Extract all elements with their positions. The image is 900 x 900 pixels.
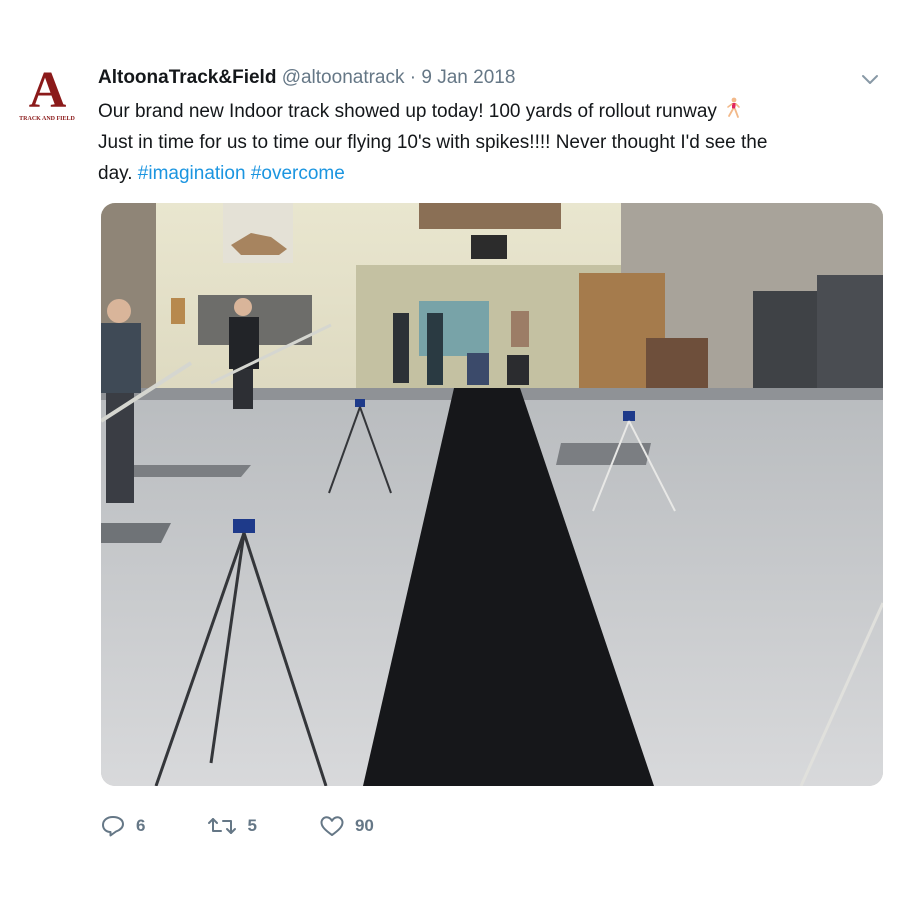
tweet-card: A TRACK AND FIELD AltoonaTrack&Field @al… [0, 0, 900, 900]
tweet-text-line-3: day. #imagination #overcome [98, 163, 345, 184]
like-button[interactable]: 90 [319, 814, 374, 838]
wall-speaker [471, 235, 507, 259]
framed-artwork [419, 203, 561, 229]
floor-mat [101, 523, 171, 543]
avatar-logo-subtitle: TRACK AND FIELD [19, 116, 75, 122]
retweet-button[interactable]: 5 [207, 814, 257, 838]
reply-icon [102, 816, 124, 837]
reply-count: 6 [136, 816, 146, 835]
tweet-text-line-1: Our brand new Indoor track showed up tod… [98, 96, 888, 127]
reply-button[interactable]: 6 [100, 814, 145, 838]
heart-icon [320, 816, 344, 836]
author-handle[interactable]: @altoonatrack [282, 67, 405, 88]
author-name[interactable]: AltoonaTrack&Field [98, 67, 276, 88]
floor-mat [121, 465, 251, 477]
tweet-date[interactable]: 9 Jan 2018 [421, 67, 515, 88]
floor-mat [556, 443, 651, 465]
corridor-door [511, 311, 529, 347]
avatar-logo-letter: A [28, 62, 67, 119]
hashtag-link[interactable]: #imagination [138, 163, 246, 184]
profile-avatar[interactable]: A TRACK AND FIELD [14, 62, 80, 134]
woman-running-icon [723, 97, 743, 119]
tweet-header: AltoonaTrack&Field @altoonatrack · 9 Jan… [98, 66, 515, 90]
wall-sign [171, 298, 185, 324]
tweet-text: Our brand new Indoor track showed up tod… [98, 96, 888, 189]
tweet-actions: 6 5 90 [100, 808, 436, 844]
retweet-count: 5 [247, 816, 257, 835]
retweet-icon [208, 818, 237, 834]
chevron-down-icon[interactable] [858, 70, 882, 90]
tweet-text-line-2: Just in time for us to time our flying 1… [98, 132, 768, 153]
header-separator: · [409, 67, 417, 88]
like-count: 90 [354, 816, 374, 835]
hashtag-link[interactable]: #overcome [251, 163, 345, 184]
tweet-photo[interactable] [101, 203, 883, 786]
